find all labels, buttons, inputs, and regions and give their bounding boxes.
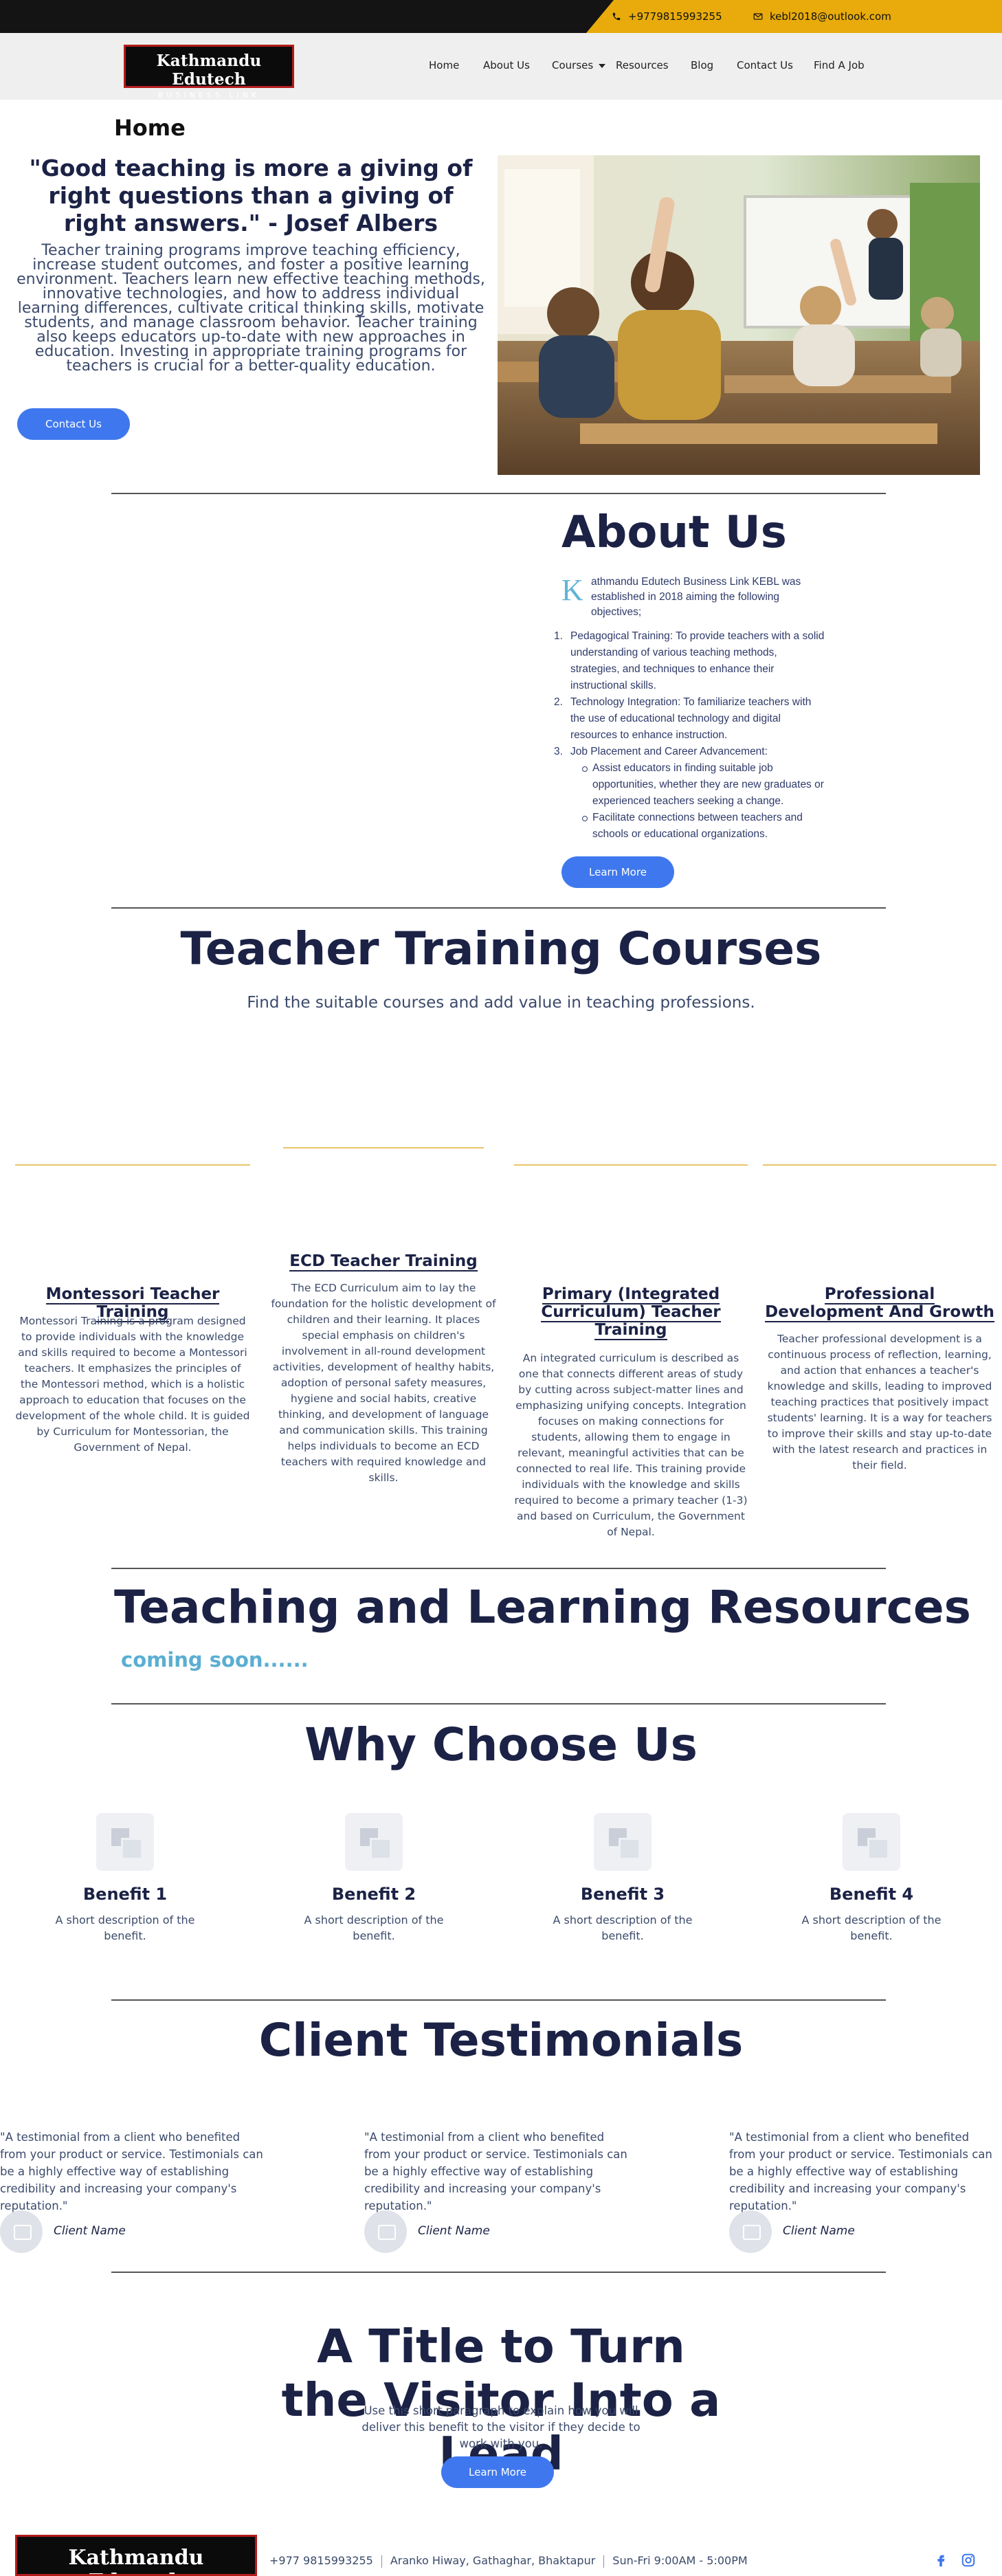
coming-soon-text: coming soon......: [121, 1648, 309, 1672]
objectives-list: 1. Pedagogical Training: To provide teach…: [554, 628, 825, 843]
footer-phone[interactable]: +977 9815993255: [269, 2554, 373, 2567]
nav-courses[interactable]: Courses: [552, 59, 606, 71]
cta-text-body: Use this short paragraph to explain how …: [361, 2404, 641, 2450]
objective-text: Pedagogical Training: To provide teacher…: [570, 630, 825, 691]
about-drop-cap: K: [561, 573, 583, 607]
top-phone-text: +9779815993255: [628, 10, 722, 23]
section-divider: [111, 1703, 886, 1705]
testimonial-text: "A testimonial from a client who benefit…: [364, 2131, 627, 2212]
client-name: Client Name: [783, 2224, 855, 2238]
benefit-title: Benefit 2: [331, 1885, 416, 1904]
image-placeholder-icon: [843, 1813, 900, 1871]
card-accent-line: [763, 1164, 997, 1166]
facebook-icon[interactable]: [933, 2553, 948, 2568]
benefit-text: A short description of the benefit.: [553, 1913, 693, 1942]
hero-paragraph: Teacher training programs improve teachi…: [16, 242, 485, 375]
course-title-primary[interactable]: Primary (Integrated Curriculum) Teacher …: [521, 1285, 741, 1340]
classroom-image: [498, 155, 980, 475]
courses-subtitle: Find the suitable courses and add value …: [247, 994, 755, 1012]
objective-sub-item: Facilitate connections between teachers …: [580, 810, 825, 843]
why-title: Why Choose Us: [304, 1718, 698, 1771]
nav-resources[interactable]: Resources: [616, 59, 669, 71]
benefit-title: Benefit 3: [580, 1885, 665, 1904]
learn-more-button[interactable]: Learn More: [561, 856, 674, 888]
footer-info: +977 9815993255 Aranko Hiway, Gathaghar, …: [269, 2554, 748, 2568]
nav-about-us[interactable]: About Us: [483, 59, 530, 71]
testimonial-text: "A testimonial from a client who benefit…: [0, 2131, 263, 2212]
section-divider: [111, 2272, 886, 2273]
benefit-text: A short description of the benefit.: [55, 1913, 195, 1942]
card-accent-line: [514, 1164, 748, 1166]
nav-find-a-job[interactable]: Find A Job: [814, 59, 865, 71]
nav-courses-label: Courses: [552, 59, 594, 71]
client-name: Client Name: [54, 2224, 126, 2238]
about-intro: athmandu Edutech Business Link KEBL was …: [591, 576, 801, 618]
benefit-text: A short description of the benefit.: [304, 1913, 444, 1942]
page-title: Home: [114, 115, 186, 141]
phone-icon: [612, 12, 621, 21]
section-divider: [111, 493, 886, 494]
nav-blog[interactable]: Blog: [691, 59, 713, 71]
cta-learn-more-button[interactable]: Learn More: [441, 2456, 554, 2488]
hero-quote: "Good teaching is more a giving of right…: [29, 155, 473, 236]
course-title-ecd[interactable]: ECD Teacher Training: [268, 1252, 499, 1272]
avatar: [0, 2210, 43, 2253]
course-text: Montessori Training is a program designe…: [15, 1315, 250, 1454]
top-email[interactable]: kebl2018@outlook.com: [753, 0, 891, 33]
benefit-title: Benefit 1: [82, 1885, 168, 1904]
objective-item: 3. Job Placement and Career Advancement:: [554, 746, 768, 757]
card-accent-line: [15, 1164, 250, 1166]
nav-home[interactable]: Home: [429, 59, 459, 71]
objective-text: Job Placement and Career Advancement:: [570, 746, 768, 757]
cta-text: Use this short paragraph to explain how …: [0, 2403, 1002, 2452]
main-nav: Home About Us Courses Resources Blog Con…: [0, 33, 1002, 100]
testimonials-title: Client Testimonials: [258, 2014, 744, 2067]
objective-text: Technology Integration: To familiarize t…: [570, 696, 812, 741]
section-divider: [111, 907, 886, 909]
footer-logo-name: Kathmandu Edutech: [68, 2546, 204, 2574]
avatar: [364, 2210, 407, 2253]
image-placeholder-icon: [594, 1813, 652, 1871]
image-placeholder-icon: [345, 1813, 403, 1871]
top-bar: +9779815993255 kebl2018@outlook.com: [0, 0, 1002, 33]
benefit-title: Benefit 4: [829, 1885, 914, 1904]
about-title: About Us: [561, 507, 787, 558]
resources-title: Teaching and Learning Resources: [114, 1581, 971, 1634]
chevron-down-icon: [599, 63, 606, 68]
course-text: The ECD Curriculum aim to lay the founda…: [271, 1282, 496, 1484]
section-divider: [111, 1999, 886, 2001]
benefit-text: A short description of the benefit.: [801, 1913, 942, 1942]
objective-item: 1. Pedagogical Training: To provide teach…: [554, 630, 825, 691]
course-text: Teacher professional development is a co…: [767, 1333, 992, 1472]
top-email-text: kebl2018@outlook.com: [770, 10, 891, 23]
client-name: Client Name: [418, 2224, 490, 2238]
footer-logo[interactable]: Kathmandu Edutech: [15, 2535, 257, 2576]
nav-contact-us[interactable]: Contact Us: [737, 59, 793, 71]
site-header: Kathmandu Edutech BUSINESS LINK Home Abo…: [0, 33, 1002, 100]
card-accent-line: [283, 1147, 484, 1148]
footer-separator: [381, 2555, 382, 2568]
top-phone[interactable]: +9779815993255: [612, 0, 722, 33]
objective-item: 2. Technology Integration: To familiarize…: [554, 696, 812, 741]
footer-hours: Sun-Fri 9:00AM - 5:00PM: [612, 2554, 748, 2567]
envelope-icon: [753, 13, 763, 20]
objective-sub-item: Assist educators in finding suitable job…: [580, 760, 825, 810]
courses-title: Teacher Training Courses: [180, 922, 822, 975]
avatar: [729, 2210, 772, 2253]
instagram-icon[interactable]: [961, 2553, 976, 2568]
image-placeholder-icon: [96, 1813, 154, 1871]
testimonial-text: "A testimonial from a client who benefit…: [729, 2131, 992, 2212]
section-divider: [111, 1568, 886, 1569]
course-title-professional[interactable]: Professional Development And Growth: [763, 1285, 997, 1322]
footer-separator: [603, 2555, 605, 2568]
contact-us-button[interactable]: Contact Us: [17, 408, 130, 440]
course-text: An integrated curriculum is described as…: [514, 1352, 748, 1538]
footer-address: Aranko Hiway, Gathaghar, Bhaktapur: [390, 2554, 596, 2567]
